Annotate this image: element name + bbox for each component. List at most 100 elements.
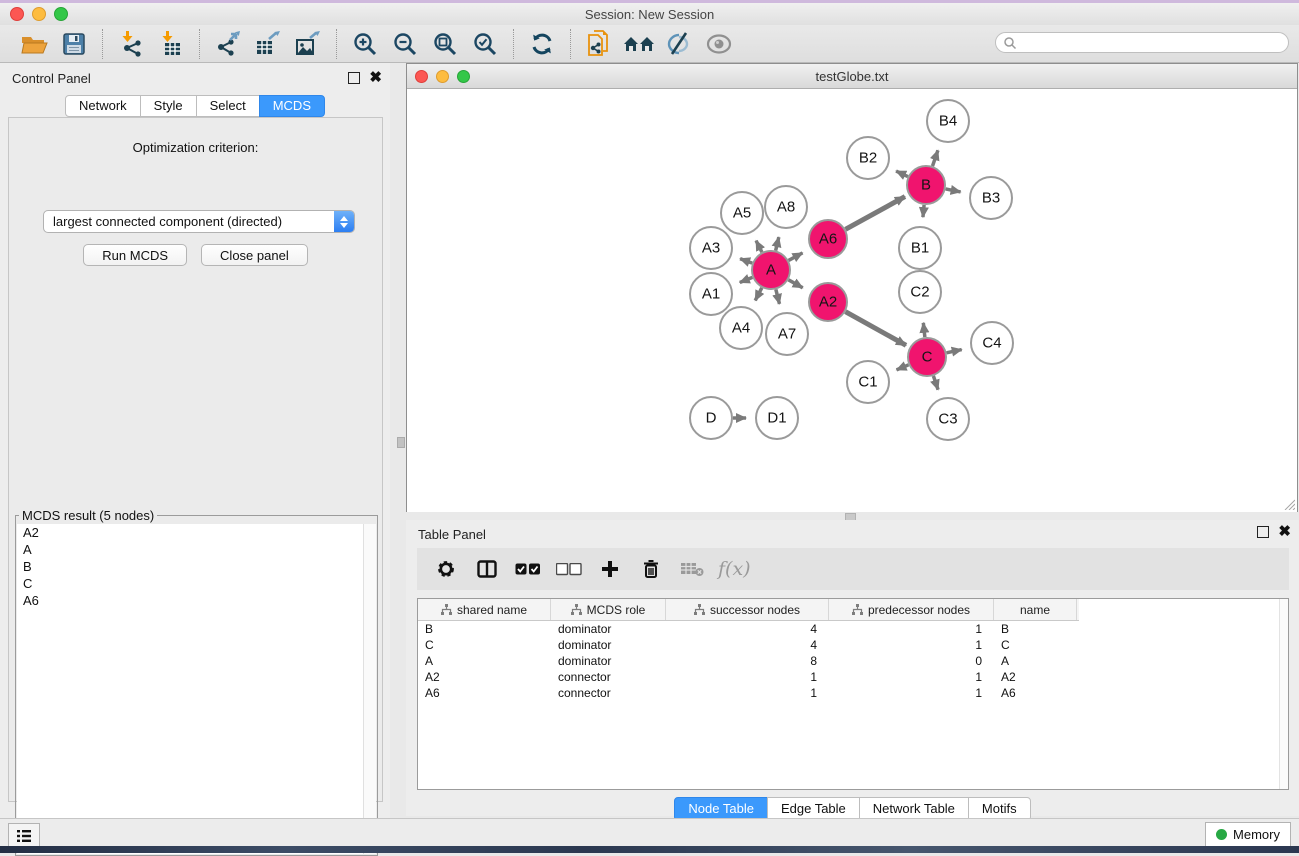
deselect-all-icon[interactable]	[550, 554, 587, 584]
table-scrollbar[interactable]	[1279, 599, 1288, 789]
table-cell[interactable]: A	[994, 654, 1077, 668]
graph-node-C[interactable]: C	[908, 338, 946, 376]
table-cell[interactable]: C	[994, 638, 1077, 652]
desktop-vertical-scrollbar-thumb[interactable]	[397, 437, 405, 448]
table-row[interactable]: Bdominator41B	[418, 621, 1288, 637]
close-panel-button[interactable]: Close panel	[201, 244, 308, 266]
bird-eye-view-icon[interactable]	[699, 28, 739, 60]
search-input[interactable]	[1017, 35, 1288, 51]
graph-node-A2[interactable]: A2	[809, 283, 847, 321]
table-row[interactable]: A6connector11A6	[418, 685, 1288, 701]
graph-edge-C-C3[interactable]	[933, 376, 938, 390]
graph-node-A1[interactable]: A1	[690, 273, 732, 315]
table-cell[interactable]: B	[418, 622, 551, 636]
zoom-selected-icon[interactable]	[465, 28, 505, 60]
table-cell[interactable]: dominator	[551, 654, 666, 668]
graph-node-A3[interactable]: A3	[690, 227, 732, 269]
first-neighbors-icon[interactable]	[619, 28, 659, 60]
node-table[interactable]: shared nameMCDS rolesuccessor nodesprede…	[417, 598, 1289, 790]
graph-edge-A-A2[interactable]	[788, 280, 802, 288]
table-cell[interactable]: A	[418, 654, 551, 668]
table-cell[interactable]: 1	[829, 622, 994, 636]
export-network-icon[interactable]	[208, 28, 248, 60]
mcds-result-item[interactable]: A	[17, 541, 376, 558]
mcds-result-item[interactable]: A2	[17, 524, 376, 541]
column-header-name[interactable]: name	[994, 599, 1077, 620]
graph-edge-A-A6[interactable]	[789, 253, 803, 261]
import-table-icon[interactable]	[151, 28, 191, 60]
network-canvas[interactable]: AA1A2A3A4A5A6A7A8BB1B2B3B4CC1C2C3C4DD1	[407, 89, 1297, 512]
graph-node-A8[interactable]: A8	[765, 186, 807, 228]
column-header-shared-name[interactable]: shared name	[418, 599, 551, 620]
show-columns-icon[interactable]	[468, 554, 505, 584]
graph-edge-A-A8[interactable]	[776, 237, 779, 250]
table-cell[interactable]: 1	[829, 686, 994, 700]
mcds-result-list[interactable]: A2ABCA6	[17, 524, 376, 854]
export-image-icon[interactable]	[288, 28, 328, 60]
table-cell[interactable]: B	[994, 622, 1077, 636]
mcds-result-item[interactable]: B	[17, 558, 376, 575]
table-cell[interactable]: 1	[829, 670, 994, 684]
table-cell[interactable]: 1	[829, 638, 994, 652]
graph-node-C4[interactable]: C4	[971, 322, 1013, 364]
table-cell[interactable]: A2	[994, 670, 1077, 684]
graph-node-A6[interactable]: A6	[809, 220, 847, 258]
show-graphics-details-icon[interactable]	[659, 28, 699, 60]
tab-style[interactable]: Style	[140, 95, 197, 117]
close-panel-icon[interactable]: ✖	[1278, 527, 1291, 537]
table-row[interactable]: A2connector11A2	[418, 669, 1288, 685]
mcds-result-item[interactable]: A6	[17, 592, 376, 609]
graph-node-B[interactable]: B	[907, 166, 945, 204]
table-cell[interactable]: 1	[666, 686, 829, 700]
graph-node-A4[interactable]: A4	[720, 307, 762, 349]
table-cell[interactable]: 1	[666, 670, 829, 684]
table-cell[interactable]: A2	[418, 670, 551, 684]
open-session-icon[interactable]	[14, 28, 54, 60]
graph-edge-B-B3[interactable]	[946, 189, 961, 192]
table-cell[interactable]: A6	[994, 686, 1077, 700]
criterion-dropdown[interactable]: largest connected component (directed)	[43, 210, 355, 233]
search-field[interactable]	[995, 32, 1289, 53]
zoom-in-icon[interactable]	[345, 28, 385, 60]
table-cell[interactable]: dominator	[551, 638, 666, 652]
graph-edge-A-A4[interactable]	[755, 288, 762, 301]
graph-edge-C-C2[interactable]	[923, 323, 925, 337]
graph-node-B2[interactable]: B2	[847, 137, 889, 179]
graph-edge-A2-C[interactable]	[845, 312, 906, 346]
graph-node-A7[interactable]: A7	[766, 313, 808, 355]
graph-node-D1[interactable]: D1	[756, 397, 798, 439]
mcds-result-item[interactable]: C	[17, 575, 376, 592]
graph-edge-B-B4[interactable]	[933, 150, 938, 166]
table-settings-gear-icon[interactable]	[427, 554, 464, 584]
graph-edge-C-C4[interactable]	[947, 350, 962, 353]
graph-edge-A-A7[interactable]	[776, 289, 780, 304]
tab-select[interactable]: Select	[196, 95, 260, 117]
table-cell[interactable]: 8	[666, 654, 829, 668]
table-cell[interactable]: dominator	[551, 622, 666, 636]
graph-node-A5[interactable]: A5	[721, 192, 763, 234]
table-row[interactable]: Cdominator41C	[418, 637, 1288, 653]
memory-button[interactable]: Memory	[1205, 822, 1291, 847]
table-cell[interactable]: 4	[666, 638, 829, 652]
graph-edge-B-B2[interactable]	[896, 171, 908, 176]
column-header-successor-nodes[interactable]: successor nodes	[666, 599, 829, 620]
add-column-icon[interactable]	[591, 554, 628, 584]
graph-node-B1[interactable]: B1	[899, 227, 941, 269]
float-panel-icon[interactable]	[1257, 526, 1269, 538]
table-cell[interactable]: C	[418, 638, 551, 652]
tab-mcds[interactable]: MCDS	[259, 95, 325, 117]
import-network-icon[interactable]	[111, 28, 151, 60]
delete-column-icon[interactable]	[632, 554, 669, 584]
graph-edge-A-A5[interactable]	[756, 241, 762, 253]
network-window-titlebar[interactable]: testGlobe.txt	[407, 64, 1297, 89]
graph-node-C3[interactable]: C3	[927, 398, 969, 440]
select-all-icon[interactable]	[509, 554, 546, 584]
graph-node-C1[interactable]: C1	[847, 361, 889, 403]
run-mcds-button[interactable]: Run MCDS	[83, 244, 187, 266]
graph-node-B4[interactable]: B4	[927, 100, 969, 142]
graph-node-C2[interactable]: C2	[899, 271, 941, 313]
zoom-fit-icon[interactable]	[425, 28, 465, 60]
graph-node-D[interactable]: D	[690, 397, 732, 439]
graph-edge-A-A1[interactable]	[740, 277, 753, 282]
float-panel-icon[interactable]	[348, 72, 360, 84]
